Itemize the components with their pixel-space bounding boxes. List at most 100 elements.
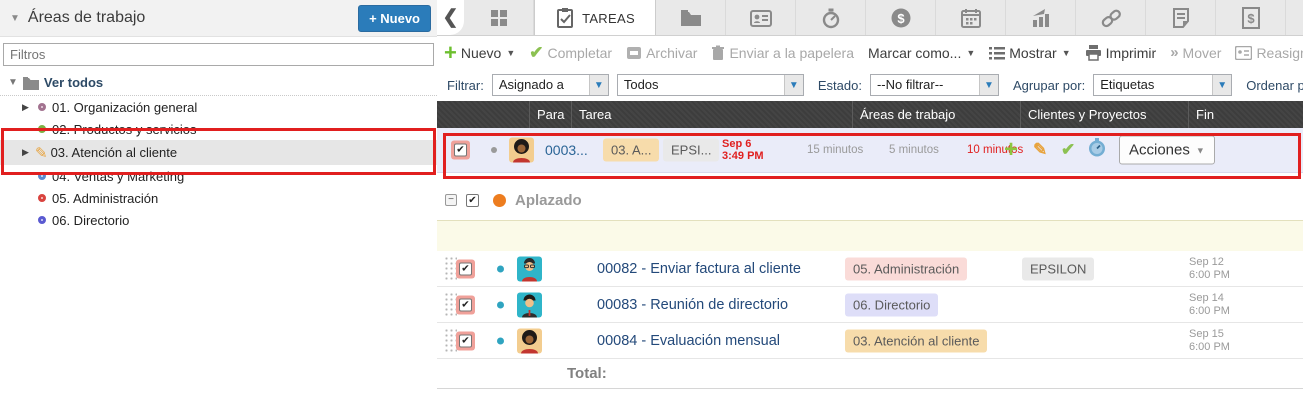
column-para: Para (529, 101, 571, 128)
tab-reports[interactable] (1006, 0, 1076, 35)
archive-task-button[interactable]: Archivar (626, 45, 697, 61)
caret-down-icon: ▼ (966, 48, 975, 58)
collapse-sidebar-button[interactable]: ❮ (437, 0, 464, 35)
workspace-color-icon (38, 103, 46, 111)
timer-icon[interactable] (1087, 138, 1107, 163)
total-row: Total: (437, 359, 1303, 389)
group-checkbox[interactable]: ✔ (466, 194, 479, 207)
filtrar-label: Filtrar: (447, 78, 484, 93)
workspace-filter-input[interactable] (3, 43, 434, 66)
tree-root-label: Ver todos (44, 75, 103, 90)
sidebar-item-atencion-cliente[interactable]: ▶ ✎ 03. Atención al cliente (0, 140, 437, 165)
check-icon: ✔ (529, 43, 543, 63)
due-date: Sep 156:00 PM (1189, 328, 1230, 354)
task-title-link[interactable]: 00084 - Evaluación mensual (597, 333, 780, 349)
workspace-color-icon (38, 172, 46, 180)
workspace-color-icon (38, 125, 46, 133)
tab-contacts[interactable] (726, 0, 796, 35)
sidebar-item-productos-servicios[interactable]: 02. Productos y servicios (0, 118, 437, 140)
mark-as-button[interactable]: Marcar como...▼ (868, 45, 975, 61)
workspace-label: 04. Ventas y Marketing (52, 169, 184, 184)
complete-check-icon[interactable]: ✔ (1061, 140, 1075, 160)
new-workspace-button[interactable]: + Nuevo (358, 5, 431, 32)
reassign-task-button[interactable]: Reasignar (1235, 45, 1303, 61)
task-checkbox[interactable]: ✔ (456, 331, 475, 350)
tab-files[interactable] (656, 0, 726, 35)
tab-dashboard[interactable] (464, 0, 534, 35)
assignee-avatar (517, 328, 542, 353)
task-row-00083[interactable]: ✔ 00083 - Reunión de directorio 06. Dire… (437, 287, 1303, 323)
workspace-label: 02. Productos y servicios (52, 122, 197, 137)
task-row-00084[interactable]: ✔ 00084 - Evaluación mensual 03. Atenció… (437, 323, 1303, 359)
due-date: Sep 146:00 PM (1189, 292, 1230, 318)
edit-pencil-icon[interactable]: ✎ (1033, 140, 1047, 160)
tab-calendar[interactable] (936, 0, 1006, 35)
expand-triangle-icon[interactable]: ▼ (8, 77, 18, 88)
selected-task-row[interactable]: ✔ 0003... 03. A... EPSI... Sep 63:49 PM … (437, 128, 1303, 173)
client-tag[interactable]: EPSILON (1022, 257, 1094, 280)
task-checkbox[interactable]: ✔ (451, 141, 470, 160)
tab-links[interactable] (1076, 0, 1146, 35)
task-checkbox[interactable]: ✔ (456, 259, 475, 278)
sidebar-item-directorio[interactable]: 06. Directorio (0, 209, 437, 231)
group-subheader-band (437, 220, 1303, 251)
workspace-color-icon (38, 194, 46, 202)
task-row-00082[interactable]: ✔ 00082 - Enviar factura al cliente 05. … (437, 251, 1303, 287)
trash-icon (711, 45, 725, 61)
calendar-icon (960, 7, 982, 29)
sidebar-header: ▼ Áreas de trabajo + Nuevo (0, 0, 437, 37)
tab-notes[interactable] (1146, 0, 1216, 35)
estado-select[interactable]: --No filtrar-- ▼ (870, 74, 999, 96)
assignee-select[interactable]: Todos ▼ (617, 74, 804, 96)
main-panel: ❮ TAREAS $ (437, 0, 1303, 402)
group-status-dot-icon (493, 194, 506, 207)
collapse-triangle-icon[interactable]: ▼ (10, 13, 20, 24)
tab-billing[interactable]: $ (1216, 0, 1286, 35)
area-tag[interactable]: 05. Administración (845, 257, 967, 280)
tab-money[interactable]: $ (866, 0, 936, 35)
workspace-tree: ▶ 01. Organización general 02. Productos… (0, 95, 437, 231)
agrupar-select[interactable]: Etiquetas ▼ (1093, 74, 1232, 96)
chevrons-right-icon: » (1170, 44, 1178, 61)
tab-tareas[interactable]: TAREAS (534, 0, 656, 36)
workspace-label: 03. Atención al cliente (51, 145, 177, 160)
task-id-link[interactable]: 0003... (545, 142, 588, 158)
sidebar-item-organizacion-general[interactable]: ▶ 01. Organización general (0, 96, 437, 118)
expand-arrow-icon[interactable]: ▶ (22, 147, 34, 158)
acciones-button[interactable]: Acciones▼ (1119, 136, 1215, 165)
expand-arrow-icon[interactable]: ▶ (22, 102, 34, 113)
sidebar-item-administracion[interactable]: 05. Administración (0, 187, 437, 209)
move-task-button[interactable]: » Mover (1170, 44, 1221, 61)
status-dot-icon (497, 301, 504, 308)
task-title-link[interactable]: 00082 - Enviar factura al cliente (597, 261, 801, 277)
area-tag[interactable]: 03. Atención al cliente (845, 329, 987, 352)
caret-down-icon: ▼ (1196, 145, 1205, 155)
group-header-aplazado: − ✔ Aplazado (437, 185, 1303, 215)
filter-field-select[interactable]: Asignado a ▼ (492, 74, 609, 96)
pencil-icon[interactable]: ✎ (35, 144, 48, 162)
caret-down-icon: ▼ (506, 48, 515, 58)
tab-timer[interactable] (796, 0, 866, 35)
contact-card-icon (1235, 46, 1252, 60)
collapse-group-icon[interactable]: − (445, 194, 457, 206)
grid-icon (488, 7, 510, 29)
chevron-down-icon: ▼ (784, 75, 803, 95)
complete-task-button[interactable]: ✔ Completar (529, 43, 612, 63)
area-tag[interactable]: 03. A... (603, 139, 659, 162)
print-button[interactable]: Imprimir (1085, 45, 1157, 61)
task-title-link[interactable]: 00083 - Reunión de directorio (597, 297, 788, 313)
tree-root-ver-todos[interactable]: ▼ Ver todos (0, 70, 437, 95)
plus-icon: + (444, 44, 457, 62)
chevron-down-icon: ▼ (1212, 75, 1231, 95)
area-tag[interactable]: 06. Directorio (845, 293, 938, 316)
assignee-avatar (517, 292, 542, 317)
total-label: Total: (567, 365, 607, 382)
new-task-button[interactable]: + Nuevo▼ (444, 44, 515, 62)
client-tag[interactable]: EPSI... (663, 139, 719, 162)
folder-icon (22, 76, 40, 90)
send-to-trash-button[interactable]: Enviar a la papelera (711, 45, 854, 61)
sidebar-item-ventas-marketing[interactable]: 04. Ventas y Marketing (0, 165, 437, 187)
task-checkbox[interactable]: ✔ (456, 295, 475, 314)
add-icon[interactable]: + (1004, 136, 1018, 164)
show-options-button[interactable]: Mostrar▼ (989, 45, 1070, 61)
